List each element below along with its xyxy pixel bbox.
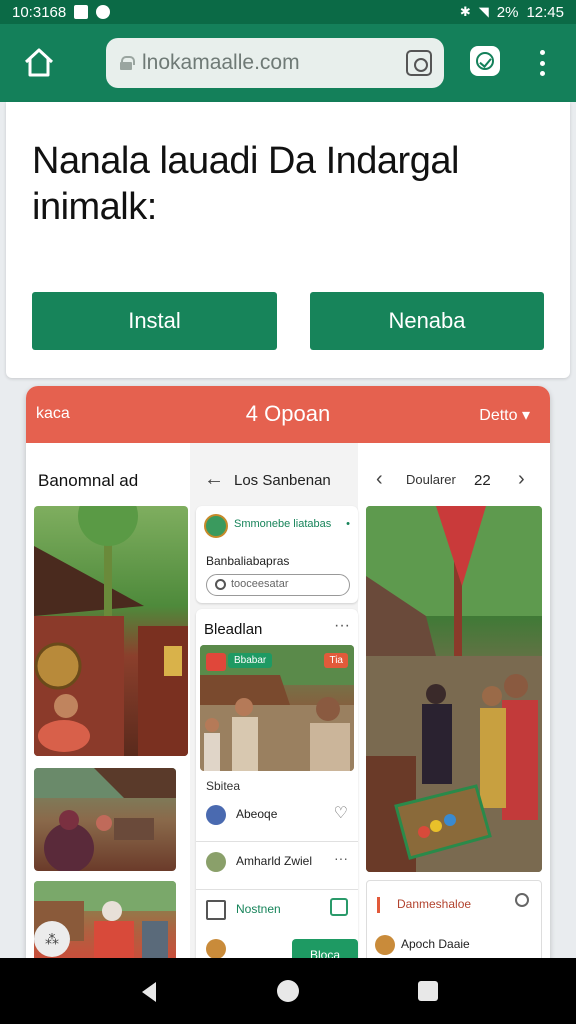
shield-button[interactable] [470,46,500,76]
nav-title: Los Sanbenan [234,472,331,489]
list-item-label: Amharld Zwiel [236,854,313,868]
status-time-left: 10:3168 [12,3,67,21]
hero-heading-line1: Nanala lauadi Da Indargal [32,140,459,182]
preview-header: kaca 4 Opoan Detto ▾ [26,386,550,443]
temple-illustration [34,506,188,756]
preview-right-column: Danmeshaloe Apoch Daaie [366,443,550,966]
feed-card: Bleadlan ··· Bbabar Tia Sbitea Abeoqe ♡ … [196,609,358,966]
village-market-photo[interactable] [366,506,542,872]
left-column-title: Banomnal ad [38,471,139,490]
app-preview: kaca 4 Opoan Detto ▾ Banomnal ad ⁂ ← Los… [26,386,550,966]
tabs-icon[interactable] [406,50,432,76]
people-fab-button[interactable]: ⁂ [34,921,70,957]
home-icon [24,48,54,77]
list-item-label: Abeoqe [236,807,278,821]
url-text: lnokamaalle.com [142,51,300,74]
bottom-card-title: Danmeshaloe [397,897,472,911]
avatar [206,852,226,872]
hero-card: Nanala lauadi Da Indargal inimalk: Insta… [6,102,570,378]
recent-apps-icon[interactable] [418,981,438,1001]
search-card-label: Banbaliabapras [206,554,290,568]
status-left: 10:3168 [12,3,111,21]
preview-header-dropdown[interactable]: Detto ▾ [479,405,530,425]
shield-icon [476,52,494,70]
home-outline-icon [206,900,226,920]
people-icon: ⁂ [45,930,59,947]
preview-left-column: Banomnal ad ⁂ [26,443,190,966]
hero-heading: Nanala lauadi Da Indargal inimalk: [32,138,552,230]
url-bar[interactable]: lnokamaalle.com [106,38,444,88]
status-right: ✱ ◥ 2% 12:45 [460,4,564,21]
avatar [375,935,395,955]
secondary-button[interactable]: Nenaba [310,292,544,350]
app-root: 10:3168 ✱ ◥ 2% 12:45 lnokamaalle.com Nan… [0,0,576,1024]
notification-icon [74,5,89,19]
home-circle-icon[interactable] [277,980,299,1002]
status-bar: 10:3168 ✱ ◥ 2% 12:45 [0,0,576,24]
hero-heading-line2: inimalk: [32,186,157,228]
home-button[interactable] [20,44,58,82]
menu-dot-icon [539,71,545,76]
search-icon[interactable] [515,893,529,907]
back-icon[interactable] [142,982,156,1002]
temple-photo[interactable] [34,506,188,756]
preview-middle-column: ← Los Sanbenan ‹ Doularer 22 › Smmonebe … [190,443,525,966]
search-card-app-name: Smmonebe liatabas [234,518,332,530]
browser-app-bar: lnokamaalle.com [0,24,576,102]
install-button[interactable]: Instal [32,292,277,350]
market-photo[interactable] [34,768,176,871]
search-input-placeholder: tooceesatar [231,578,289,590]
more-icon[interactable]: ··· [334,617,350,635]
search-input[interactable]: tooceesatar [206,574,350,596]
bottom-card-text: Apoch Daaie [401,937,470,951]
badge-green: Bbabar [228,653,273,668]
feed-subtitle: Sbitea [206,779,241,793]
messenger-icon [96,5,111,19]
search-card: Smmonebe liatabas • Banbaliabapras tooce… [196,506,358,603]
feed-card-title: Bleadlan [204,621,263,638]
menu-dot-icon [539,60,545,66]
overflow-menu-button[interactable] [532,48,552,78]
app-avatar [204,514,228,538]
flag-icon [377,897,391,913]
feed-photo[interactable]: Bbabar Tia [200,645,354,771]
battery-percent: 2% [496,3,519,21]
status-dot-icon: • [346,518,350,530]
market-illustration [34,768,176,871]
menu-dot-icon [539,50,545,55]
lock-icon [120,56,135,70]
status-time-right: 12:45 [526,3,564,21]
village-illustration [366,506,542,872]
more-icon[interactable]: ··· [334,850,348,866]
list-item[interactable]: Nostnen [196,889,358,929]
globe-icon [206,805,226,825]
preview-header-title: 4 Opoan [245,401,331,426]
badge-red-icon [206,653,226,671]
heart-icon[interactable]: ♡ [334,803,348,823]
list-item[interactable]: Abeoqe ♡ [196,795,358,835]
bluetooth-icon: ✱ [459,4,471,19]
wifi-icon: ◥ [478,4,489,19]
search-icon [215,579,226,590]
bottom-card[interactable]: Danmeshaloe Apoch Daaie [366,880,542,966]
add-icon[interactable] [330,898,348,916]
list-item-label: Nostnen [236,902,281,916]
avatar [206,939,226,959]
badge-red: Tia [324,653,348,668]
list-item[interactable]: Amharld Zwiel ··· [196,841,358,881]
system-nav-bar [0,958,576,1024]
arrow-left-icon[interactable]: ← [204,468,224,491]
